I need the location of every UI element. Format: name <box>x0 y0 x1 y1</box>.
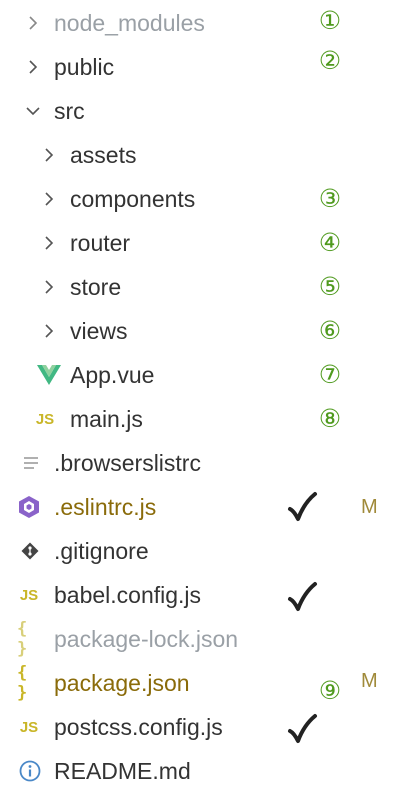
text-file-icon <box>20 441 44 485</box>
tree-item-label: views <box>70 318 128 344</box>
tree-item-router[interactable]: router ④ <box>0 221 401 265</box>
tree-item-label: main.js <box>70 406 143 432</box>
tree-item-postcss-config[interactable]: JS postcss.config.js <box>0 705 401 749</box>
tree-item-label: package.json <box>54 670 190 696</box>
eslint-icon <box>17 485 41 529</box>
chevron-right-icon[interactable] <box>38 309 60 353</box>
tree-item-label: babel.config.js <box>54 582 202 608</box>
json-file-icon: { } <box>17 619 28 659</box>
tree-item-label: README.md <box>54 758 191 784</box>
tree-item-main-js[interactable]: JS main.js ⑧ <box>0 397 401 441</box>
js-file-icon: JS <box>19 718 39 736</box>
tree-item-views[interactable]: views ⑥ <box>0 309 401 353</box>
tree-item-readme[interactable]: README.md <box>0 749 401 793</box>
annotation-badge: ⑦ <box>318 361 342 389</box>
annotation-badge: ① <box>318 7 342 35</box>
modified-flag: M <box>361 670 378 692</box>
annotation-badge: ② <box>318 47 342 75</box>
tree-item-public[interactable]: public ② <box>0 45 401 89</box>
annotation-badge: ⑧ <box>318 405 342 433</box>
tree-item-label: store <box>70 274 122 300</box>
checkmark-icon <box>288 714 317 743</box>
git-icon <box>18 529 42 573</box>
tree-item-gitignore[interactable]: .gitignore <box>0 529 401 573</box>
checkmark-icon <box>288 582 317 611</box>
chevron-right-icon[interactable] <box>22 45 44 89</box>
tree-item-package-lock[interactable]: { } package-lock.json <box>0 617 401 661</box>
chevron-right-icon[interactable] <box>38 265 60 309</box>
tree-item-label: App.vue <box>70 362 155 388</box>
annotation-badge: ⑤ <box>318 273 342 301</box>
tree-item-package-json[interactable]: { } package.json ⑨ M <box>0 661 401 705</box>
vue-file-icon <box>37 353 61 397</box>
js-file-icon: JS <box>19 586 39 604</box>
tree-item-label: .eslintrc.js <box>54 494 157 520</box>
annotation-badge: ⑨ <box>318 677 342 705</box>
chevron-right-icon[interactable] <box>38 177 60 221</box>
tree-item-label: .gitignore <box>54 538 149 564</box>
tree-item-store[interactable]: store ⑤ <box>0 265 401 309</box>
json-file-icon: { } <box>17 663 28 703</box>
tree-item-node-modules[interactable]: node_modules ① <box>0 1 401 45</box>
tree-item-label: postcss.config.js <box>54 714 223 740</box>
annotation-badge: ④ <box>318 229 342 257</box>
chevron-right-icon[interactable] <box>38 221 60 265</box>
tree-item-label: .browserslistrc <box>54 450 201 476</box>
info-icon <box>18 749 42 793</box>
tree-item-babel-config[interactable]: JS babel.config.js <box>0 573 401 617</box>
chevron-down-icon[interactable] <box>22 89 44 133</box>
chevron-right-icon[interactable] <box>22 1 44 45</box>
modified-flag: M <box>361 496 378 518</box>
tree-item-src[interactable]: src <box>0 89 401 133</box>
tree-item-label: assets <box>70 142 137 168</box>
annotation-badge: ③ <box>318 185 342 213</box>
chevron-right-icon[interactable] <box>38 133 60 177</box>
tree-item-label: node_modules <box>54 10 205 36</box>
annotation-badge: ⑥ <box>318 317 342 345</box>
tree-item-components[interactable]: components ③ <box>0 177 401 221</box>
tree-item-label: public <box>54 54 115 80</box>
tree-item-app-vue[interactable]: App.vue ⑦ <box>0 353 401 397</box>
checkmark-icon <box>288 492 317 521</box>
tree-item-browserslistrc[interactable]: .browserslistrc <box>0 441 401 485</box>
tree-item-assets[interactable]: assets <box>0 133 401 177</box>
js-file-icon: JS <box>35 410 55 428</box>
tree-item-label: router <box>70 230 131 256</box>
tree-item-label: src <box>54 98 85 124</box>
tree-item-label: components <box>70 186 196 212</box>
tree-item-eslintrc[interactable]: .eslintrc.js M <box>0 485 401 529</box>
tree-item-label: package-lock.json <box>54 626 239 652</box>
